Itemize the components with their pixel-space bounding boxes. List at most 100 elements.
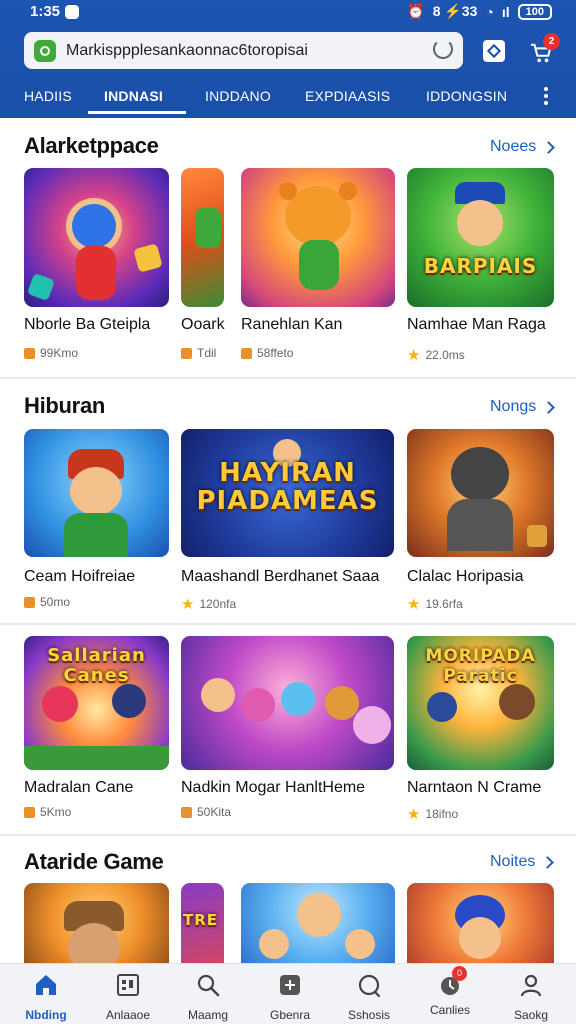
game-thumbnail: TRE <box>181 883 224 973</box>
flag-icon <box>24 596 35 608</box>
section-divider <box>0 623 576 625</box>
tab-inddano[interactable]: INDDANO <box>205 88 271 104</box>
star-icon: ★ <box>181 596 195 613</box>
section-title: Ataride Game <box>24 849 164 874</box>
see-more-label: Nongs <box>490 398 537 415</box>
card-meta: ★ 19.6rfa <box>407 595 463 613</box>
wifi-icon: ◔ <box>485 3 494 20</box>
card-meta-text: 120nfa <box>199 597 237 611</box>
profile-icon <box>520 974 542 997</box>
card-meta: ★ 120nfa <box>181 595 236 613</box>
notification-badge: 0 <box>452 966 467 981</box>
nav-label: Sshosis <box>347 1008 391 1022</box>
game-thumbnail <box>241 168 395 307</box>
thumbnail-logo-text: MORIPADA Paratic <box>425 646 536 686</box>
card-meta-text: 5Kmo <box>40 805 72 819</box>
card-meta-text: 99Kmo <box>40 346 79 360</box>
flag-icon <box>24 347 35 359</box>
card-title: Narntaon N Crame <box>407 779 542 796</box>
nav-item-maamg[interactable]: Maamg <box>168 970 248 1022</box>
nav-item-canlies[interactable]: 0 Canlies <box>410 966 490 1017</box>
see-more-label: Noees <box>490 138 537 155</box>
status-bar: 1:35 ⏰ 8 ⚡33 ◔ ıl 100 <box>0 0 576 26</box>
game-thumbnail <box>24 883 169 973</box>
battery-icon: 100 <box>517 3 552 20</box>
see-more-link[interactable]: Noites <box>490 853 555 871</box>
game-thumbnail <box>241 883 395 973</box>
see-more-link[interactable]: Noees <box>490 138 556 156</box>
active-tab-indicator <box>88 111 186 114</box>
status-time: 1:35 <box>30 3 80 20</box>
game-thumbnail <box>24 168 169 307</box>
game-thumbnail: Sallarian Canes <box>24 636 169 770</box>
card-meta-text: Tdil <box>197 346 217 360</box>
cart-badge: 2 <box>543 33 560 50</box>
reload-icon[interactable] <box>433 39 453 59</box>
bottom-navigation: Nbding Anlaaoe Maamg Gbenra Sshosis 0 Ca… <box>0 963 576 1024</box>
card-meta: ★ 18ifno <box>407 805 458 823</box>
chevron-right-icon <box>542 400 556 414</box>
card-meta-text: 22.0ms <box>425 348 465 362</box>
tab-hadiis[interactable]: HADIIS <box>24 88 72 104</box>
card-title: Ranehlan Kan <box>241 316 343 333</box>
status-icons: ⏰ 8 ⚡33 ◔ ıl 100 <box>407 3 552 20</box>
nav-item-home[interactable]: Nbding <box>6 970 86 1022</box>
game-thumbnail: BARPIAIS <box>407 168 554 307</box>
card-title: Ooark <box>181 316 225 333</box>
grid-icon <box>117 974 139 996</box>
card-meta: 99Kmo <box>24 346 78 360</box>
alarm-icon: ⏰ <box>407 3 425 19</box>
nav-label: Saokg <box>513 1008 549 1022</box>
chevron-right-icon <box>542 140 556 154</box>
card-meta: Tdil <box>181 346 216 360</box>
chevron-right-icon <box>541 855 555 869</box>
section-divider <box>0 834 576 836</box>
more-vert-icon[interactable] <box>540 86 552 106</box>
card-title: Ceam Hoifreiae <box>24 568 136 585</box>
card-meta: 5Kmo <box>24 805 71 819</box>
shield-icon <box>34 39 56 62</box>
flag-icon <box>24 806 35 818</box>
nav-item-profile[interactable]: Saokg <box>491 970 571 1022</box>
game-thumbnail <box>407 429 554 557</box>
nav-item-sshosis[interactable]: Sshosis <box>329 970 409 1022</box>
tab-expdiaasis[interactable]: EXPDIAASIS <box>305 88 390 104</box>
section-divider <box>0 377 576 379</box>
game-thumbnail: HAYIRAN PIADAMEAS <box>181 429 394 557</box>
card-meta: 50mo <box>24 595 70 609</box>
section-title: Alarketppace <box>24 133 159 158</box>
flag-icon <box>181 806 192 818</box>
card-title: Clalac Horipasia <box>407 568 524 585</box>
star-icon: ★ <box>407 347 421 364</box>
clock: 1:35 <box>30 3 61 20</box>
section-title: Hiburan <box>24 393 106 418</box>
nav-label: Canlies <box>429 1003 471 1017</box>
tab-indnasi[interactable]: INDNASI <box>104 88 163 104</box>
card-meta-text: 50mo <box>40 595 71 609</box>
search-icon <box>197 974 220 997</box>
nav-label: Anlaaoe <box>105 1008 151 1022</box>
card-meta: 50Kita <box>181 805 231 819</box>
card-meta-text: 18ifno <box>425 807 459 821</box>
nav-item-anlaaoe[interactable]: Anlaaoe <box>88 970 168 1022</box>
see-more-label: Noites <box>490 853 536 870</box>
tab-iddongsin[interactable]: IDDONGSIN <box>426 88 507 104</box>
category-tabs: HADIIS INDNASI INDDANO EXPDIAASIS IDDONG… <box>0 80 576 116</box>
game-thumbnail <box>181 168 224 307</box>
card-meta-text: 19.6rfa <box>425 597 463 611</box>
card-title: Nborle Ba Gteipla <box>24 316 151 333</box>
see-more-link[interactable]: Nongs <box>490 398 556 416</box>
home-icon <box>36 975 56 995</box>
address-bar[interactable]: Markisppplesankaonnac6toropisai <box>24 32 463 69</box>
address-input[interactable]: Markisppplesankaonnac6toropisai <box>66 42 416 60</box>
card-title: Namhae Man Raga <box>407 316 546 333</box>
circle-icon <box>358 974 381 998</box>
nav-item-gbenra[interactable]: Gbenra <box>250 970 330 1022</box>
scan-icon[interactable] <box>483 40 505 62</box>
card-title: Maashandl Berdhanet Saaa <box>181 568 380 585</box>
bell-icon: 0 <box>437 966 467 998</box>
card-meta-text: 58ffeto <box>257 346 294 360</box>
thumbnail-logo-text: TRE <box>183 911 219 929</box>
card-title: Madralan Cane <box>24 779 134 796</box>
card-title: Nadkin Mogar HanltHeme <box>181 779 366 796</box>
